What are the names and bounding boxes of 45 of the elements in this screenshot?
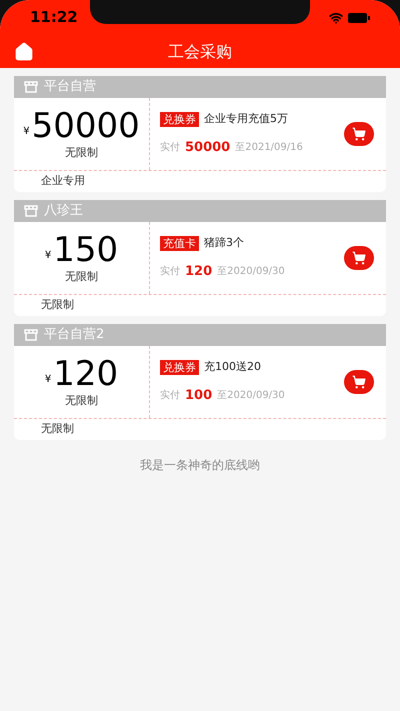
end-of-list-text: 我是一条神奇的底线哟 [140,458,260,472]
battery-icon [348,12,370,22]
coupon-amount: 50000 [32,106,140,145]
coupon-amount: 120 [53,354,118,393]
cart-button[interactable] [344,370,374,394]
shop-name: 平台自营2 [44,326,104,344]
wifi-icon [329,10,343,24]
status-time: 11:22 [30,7,78,28]
limit-text: 无限制 [65,144,98,161]
product-name: 猪蹄3个 [204,235,244,251]
paid-label: 实付 [160,264,180,279]
cart-icon [352,375,366,389]
expiry-date: 至2020/09/30 [217,264,285,279]
note-text: 无限制 [41,297,74,314]
home-icon[interactable] [14,42,34,62]
type-tag: 兑换券 [160,360,199,375]
page-title: 工会采购 [168,40,232,62]
note-text: 无限制 [41,421,74,438]
store-icon [24,329,38,341]
paid-label: 实付 [160,140,180,155]
shop-name: 八珍王 [44,202,83,220]
cart-icon [352,127,366,141]
shop-name: 平台自营 [44,78,96,96]
note-text: 企业专用 [41,173,85,190]
paid-amount: 100 [185,386,212,404]
product-name: 充100送20 [204,359,261,375]
paid-amount: 120 [185,262,212,280]
expiry-date: 至2021/09/16 [235,140,303,155]
cart-button[interactable] [344,122,374,146]
paid-label: 实付 [160,388,180,403]
limit-text: 无限制 [65,392,98,409]
store-icon [24,81,38,93]
currency-symbol: ¥ [44,372,52,387]
expiry-date: 至2020/09/30 [217,388,285,403]
limit-text: 无限制 [65,268,98,285]
currency-symbol: ¥ [23,124,30,139]
cart-button[interactable] [344,246,374,270]
type-tag: 兑换券 [160,112,199,127]
currency-symbol: ¥ [44,248,52,263]
coupon-amount: 150 [53,230,118,269]
paid-amount: 50000 [185,138,230,156]
store-icon [24,205,38,217]
product-name: 企业专用充值5万 [204,111,288,127]
type-tag: 充值卡 [160,236,199,251]
cart-icon [352,251,366,265]
